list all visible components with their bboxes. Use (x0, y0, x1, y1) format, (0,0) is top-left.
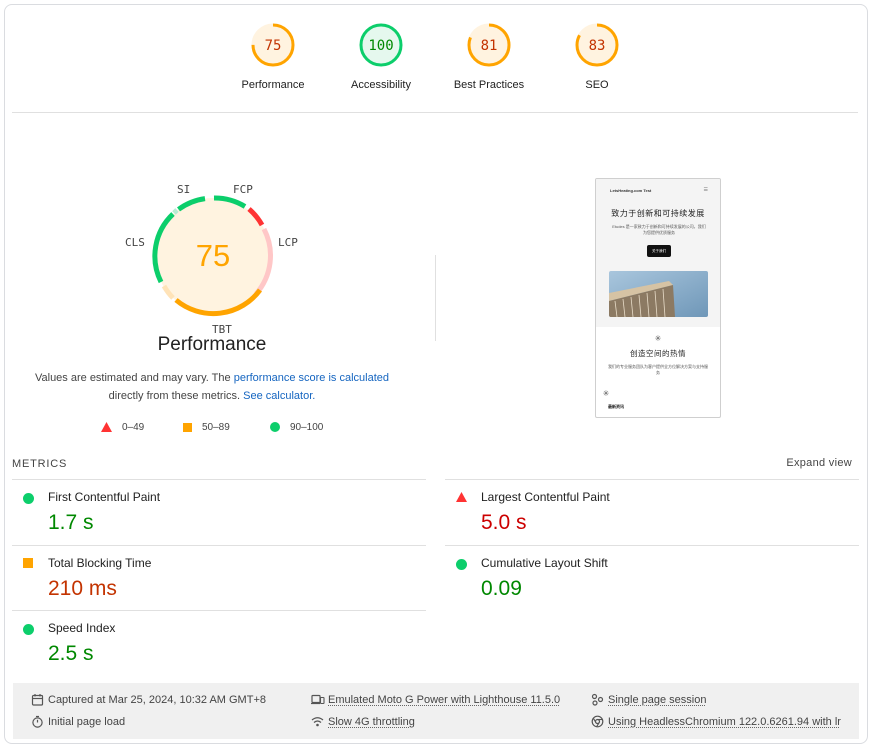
gauge-label: Accessibility (351, 79, 411, 91)
metric-speed-index: Speed Index 2.5 s (12, 611, 426, 675)
metrics-heading: METRICS (12, 458, 68, 470)
tag-fcp: FCP (233, 183, 253, 196)
tag-si: SI (177, 183, 191, 196)
pass-circle-icon (23, 493, 34, 504)
score-note: Values are estimated and may vary. The p… (20, 369, 404, 405)
captured-text: Captured at Mar 25, 2024, 10:32 AM GMT+8 (48, 694, 266, 706)
pass-circle-icon (456, 559, 467, 570)
metric-name: Cumulative Layout Shift (481, 556, 608, 570)
runtime-settings: Captured at Mar 25, 2024, 10:32 AM GMT+8… (13, 683, 859, 739)
devices-icon (311, 694, 325, 705)
gauge-ring: 81 (467, 23, 511, 67)
gauge-ring: 83 (575, 23, 619, 67)
gauge-best-practices[interactable]: 81 Best Practices (439, 22, 539, 91)
calendar-icon (31, 694, 44, 706)
metric-name: First Contentful Paint (48, 490, 161, 504)
note-text: directly from these metrics. (108, 390, 244, 402)
timer-icon (32, 715, 43, 728)
gauge-label: SEO (585, 79, 609, 91)
gauge-ring: 100 (359, 23, 403, 67)
metric-name: Speed Index (48, 621, 116, 635)
gauge-score: 83 (589, 38, 606, 54)
metric-value: 5.0 s (481, 511, 527, 534)
performance-gauge: 75 SI FCP LCP TBT CLS (118, 178, 308, 338)
performance-ring: 75 (152, 195, 273, 317)
performance-title: Performance (157, 334, 267, 355)
legend-fail-label: 0–49 (122, 422, 145, 433)
tag-lcp: LCP (278, 236, 298, 249)
browser-text[interactable]: Using HeadlessChromium 122.0.6261.94 wit… (608, 716, 841, 728)
pass-circle-icon (23, 624, 34, 635)
menu-icon: ☰ (703, 187, 708, 193)
metric-first-contentful-paint: First Contentful Paint 1.7 s (12, 480, 426, 544)
gauge-label: Performance (241, 79, 305, 91)
asterisk-icon: ✳ (602, 389, 610, 398)
gauge-label: Best Practices (453, 79, 525, 91)
final-screenshot[interactable]: LetsHeating.com Test ☰ 致力于创新和可持续发展 Etude… (595, 178, 721, 418)
screenshot-subline: Etudes 是一家致力于创新和可持续发展的公司，我们为您提供优质服务 (612, 224, 706, 235)
screenshot-heading: 创造空间的热情 (630, 349, 686, 358)
gauge-score: 75 (265, 38, 282, 54)
header-divider (12, 112, 858, 113)
metric-value: 210 ms (48, 577, 117, 600)
throttling-text[interactable]: Slow 4G throttling (328, 716, 415, 728)
gauge-accessibility[interactable]: 100 Accessibility (331, 22, 431, 91)
screenshot-paragraph: 我们的专业服务团队为客户提供全方位解决方案与支持服务 (608, 364, 708, 375)
device-text[interactable]: Emulated Moto G Power with Lighthouse 11… (328, 694, 560, 706)
legend-fail: 0–49 (101, 422, 144, 433)
gauge-ring: 75 (251, 23, 295, 67)
metric-total-blocking-time: Total Blocking Time 210 ms (12, 546, 426, 610)
legend-average-label: 50–89 (202, 422, 230, 433)
legend-pass: 90–100 (270, 422, 323, 433)
see-calculator-link[interactable]: See calculator. (243, 390, 315, 402)
wifi-icon (311, 717, 324, 727)
note-text: Values are estimated and may vary. The (34, 372, 234, 384)
screenshot-nav: LetsHeating.com Test (610, 188, 652, 193)
summary-gauges: 75 Performance 100 Accessibility 81 Best… (0, 22, 872, 102)
screenshot-image (609, 271, 708, 317)
gauge-score: 81 (481, 38, 498, 54)
metric-value: 2.5 s (48, 642, 94, 665)
circle-icon (270, 422, 280, 433)
metric-name: Total Blocking Time (48, 556, 152, 570)
screenshot-headline: 致力于创新和可持续发展 (611, 209, 705, 218)
performance-score: 75 (196, 238, 230, 273)
metric-name: Largest Contentful Paint (481, 490, 610, 504)
screenshot-footer-text: 最新资讯 (608, 404, 624, 409)
legend-average: 50–89 (183, 422, 230, 433)
session-icon (591, 693, 604, 706)
vertical-divider (435, 255, 436, 341)
initial-text: Initial page load (48, 716, 126, 728)
gauge-seo[interactable]: 83 SEO (547, 22, 647, 91)
average-square-icon (23, 558, 33, 568)
square-icon (183, 422, 192, 432)
tag-cls: CLS (125, 236, 145, 249)
metric-value: 1.7 s (48, 511, 94, 534)
session-text[interactable]: Single page session (608, 694, 706, 706)
score-calculated-link[interactable]: performance score is calculated (234, 372, 389, 384)
metric-value: 0.09 (481, 577, 522, 600)
gauge-performance[interactable]: 75 Performance (223, 22, 323, 91)
metric-largest-contentful-paint: Largest Contentful Paint 5.0 s (445, 480, 859, 544)
legend-pass-label: 90–100 (290, 422, 324, 433)
chrome-icon (591, 715, 604, 728)
expand-view-toggle[interactable]: Expand view (786, 457, 852, 469)
screenshot-button: 关于我们 (647, 245, 671, 257)
asterisk-icon: ✳ (654, 334, 662, 343)
metric-cumulative-layout-shift: Cumulative Layout Shift 0.09 (445, 546, 859, 610)
gauge-score: 100 (368, 38, 393, 54)
triangle-icon (101, 422, 112, 433)
fail-triangle-icon (456, 492, 467, 502)
